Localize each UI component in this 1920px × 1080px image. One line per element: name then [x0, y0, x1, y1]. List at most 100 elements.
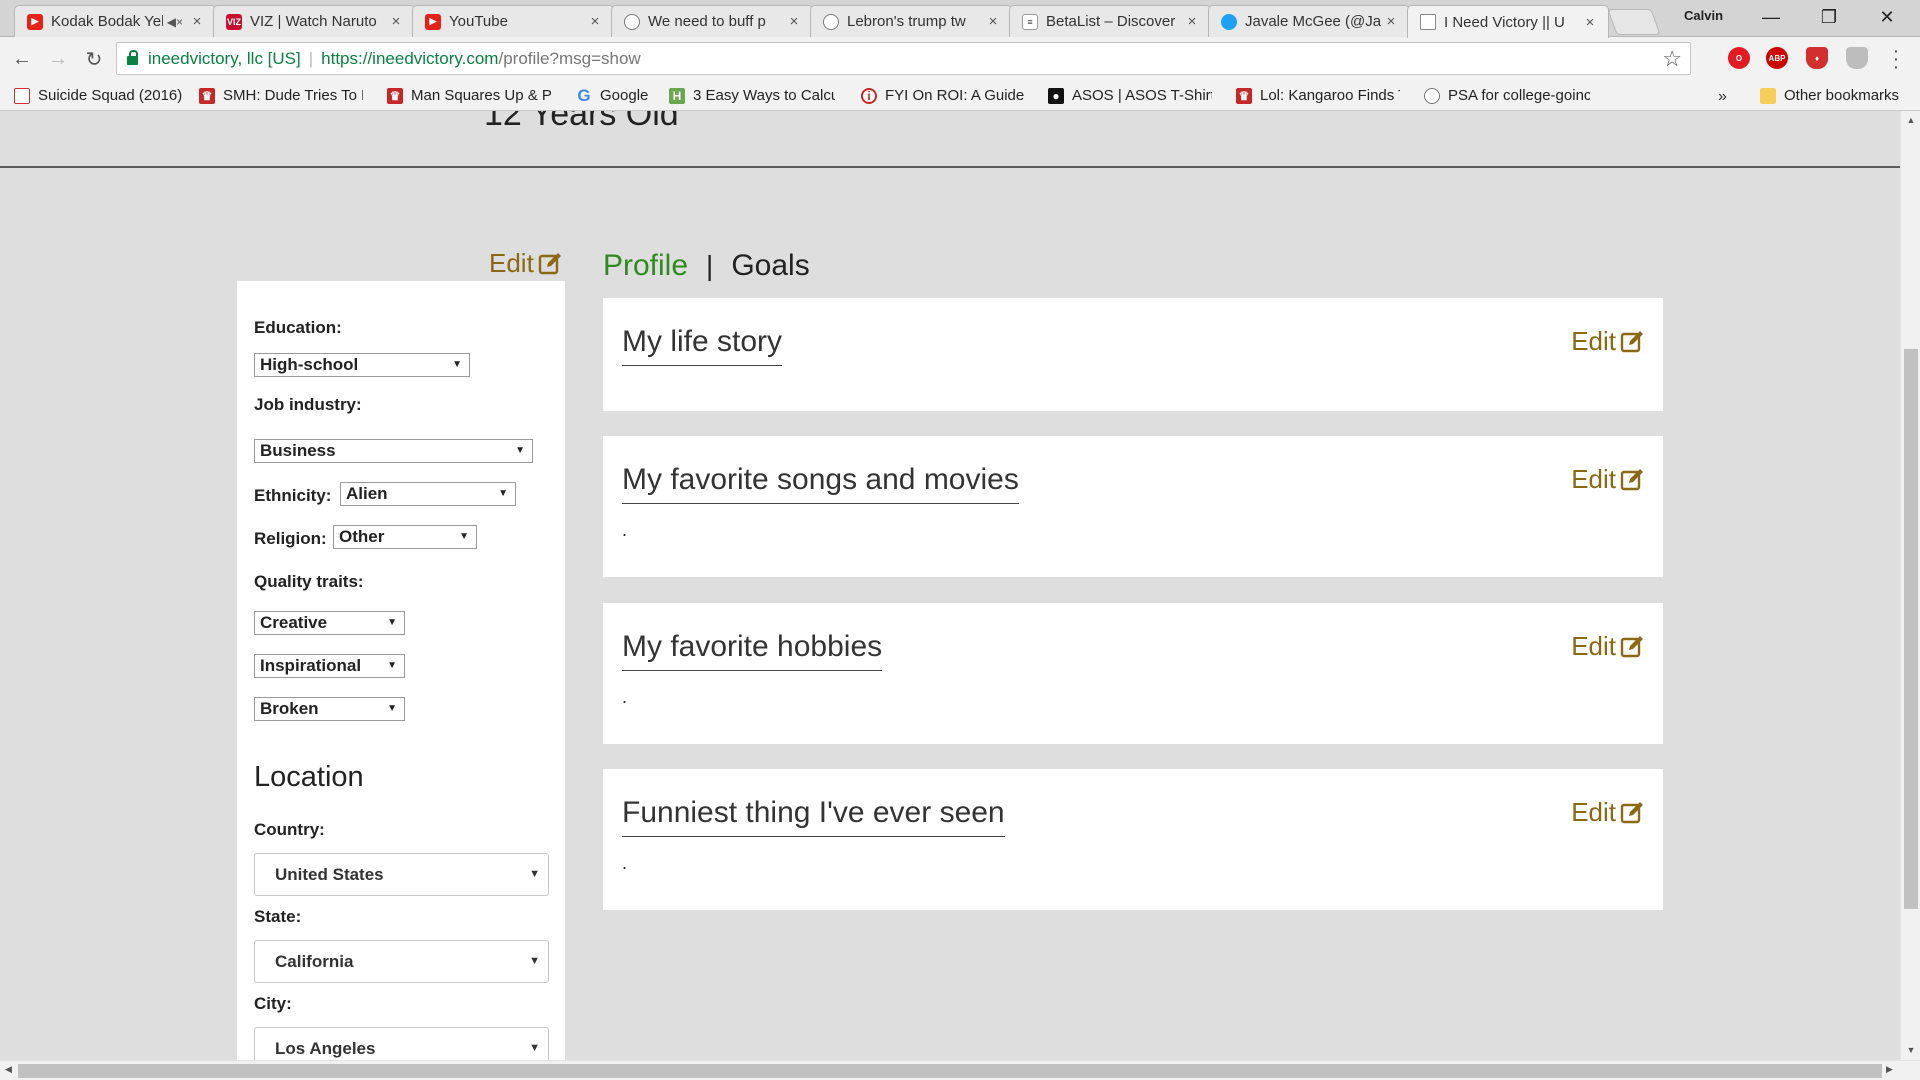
- close-icon[interactable]: ×: [388, 13, 404, 30]
- chevron-down-icon: ▼: [529, 955, 540, 967]
- tab-profile[interactable]: Profile: [603, 249, 688, 283]
- close-icon[interactable]: ×: [1582, 14, 1598, 31]
- scroll-right-icon[interactable]: ▶: [1886, 1064, 1893, 1075]
- tab-goals[interactable]: Goals: [731, 249, 809, 283]
- lock-icon: [127, 50, 138, 65]
- job-industry-select[interactable]: Business ▼: [254, 439, 533, 463]
- edit-label: Edit: [1571, 326, 1616, 356]
- education-select[interactable]: High-school ▼: [254, 353, 470, 377]
- browser-tab[interactable]: We need to buff p ×: [611, 5, 813, 37]
- scroll-left-icon[interactable]: ◀: [5, 1064, 12, 1075]
- bookmark-item[interactable]: ♛ Lol: Kangaroo Finds T: [1236, 87, 1400, 104]
- minimize-icon[interactable]: —: [1742, 0, 1800, 34]
- close-icon[interactable]: ×: [189, 13, 205, 30]
- trait-value: Inspirational: [260, 656, 362, 675]
- trait-select[interactable]: Broken ▼: [254, 697, 405, 721]
- card-body: .: [622, 520, 628, 540]
- bookmark-item[interactable]: ● ASOS | ASOS T-Shirt: [1048, 87, 1212, 104]
- ethnicity-label: Ethnicity:: [254, 486, 332, 505]
- card-edit-link[interactable]: Edit: [1571, 326, 1644, 357]
- tab-title: BetaList – Discover: [1046, 13, 1176, 30]
- tab-title: YouTube: [449, 13, 508, 30]
- browser-tab[interactable]: Lebron's trump tw ×: [810, 5, 1012, 37]
- edit-label: Edit: [1571, 631, 1616, 661]
- bookmark-item[interactable]: ♛ SMH: Dude Tries To M: [199, 87, 363, 104]
- tab-strip: ▶ Kodak Bodak Yellow ◀× × VIZ VIZ | Watc…: [0, 0, 1920, 38]
- trait-select[interactable]: Creative ▼: [254, 611, 405, 635]
- scroll-up-icon[interactable]: ▲: [1901, 115, 1920, 125]
- close-window-icon[interactable]: ✕: [1858, 0, 1916, 34]
- vertical-scrollbar[interactable]: ▲ ▼: [1900, 111, 1920, 1060]
- bookmark-item[interactable]: i FYI On ROI: A Guide T: [861, 87, 1025, 104]
- forward-icon[interactable]: →: [44, 45, 72, 73]
- bookmark-label: PSA for college-goinc: [1448, 87, 1590, 104]
- tab-separator: |: [706, 250, 714, 281]
- speaker-muted-icon[interactable]: ◀×: [167, 15, 183, 29]
- fyi-icon: i: [861, 87, 877, 104]
- menu-kebab-icon[interactable]: · · ·: [1892, 41, 1900, 77]
- trait-value: Creative: [260, 613, 328, 632]
- browser-tab[interactable]: Javale McGee (@Ja ×: [1208, 5, 1410, 37]
- card-title: My favorite songs and movies: [622, 463, 1019, 504]
- horizontal-scroll-thumb[interactable]: [18, 1064, 1882, 1078]
- profile-name[interactable]: Calvin: [1684, 8, 1723, 23]
- card-edit-link[interactable]: Edit: [1571, 797, 1644, 828]
- trophy-icon: ♛: [1236, 87, 1252, 104]
- religion-value: Other: [339, 527, 385, 546]
- bookmark-label: SMH: Dude Tries To M: [223, 87, 363, 104]
- other-bookmarks[interactable]: Other bookmarks: [1760, 87, 1899, 104]
- address-bar[interactable]: ineedvictory, llc [US] | https://ineedvi…: [116, 42, 1691, 75]
- browser-tab[interactable]: ▶ Kodak Bodak Yellow ◀× ×: [14, 5, 216, 37]
- bookmark-item[interactable]: PSA for college-goinc: [1424, 87, 1590, 104]
- bookmark-item[interactable]: ♛ Man Squares Up & Pi: [387, 87, 551, 104]
- twitter-icon: [1221, 13, 1237, 30]
- url-separator: |: [308, 48, 314, 68]
- bookmarks-overflow-icon[interactable]: »: [1718, 88, 1727, 106]
- card-edit-link[interactable]: Edit: [1571, 631, 1644, 662]
- new-tab-button[interactable]: [1607, 9, 1661, 35]
- chevron-down-icon: ▼: [529, 1042, 540, 1054]
- browser-tab[interactable]: ▶ YouTube ×: [412, 5, 614, 37]
- browser-tab[interactable]: ≡ BetaList – Discover ×: [1009, 5, 1211, 37]
- scroll-down-icon[interactable]: ▼: [1901, 1045, 1920, 1055]
- close-icon[interactable]: ×: [985, 13, 1001, 30]
- close-icon[interactable]: ×: [1184, 13, 1200, 30]
- adblock-plus-icon[interactable]: ABP: [1766, 47, 1788, 69]
- job-industry-value: Business: [260, 441, 336, 460]
- country-label: Country:: [254, 820, 325, 839]
- ethnicity-select[interactable]: Alien ▼: [340, 482, 516, 506]
- edit-icon: [1620, 635, 1643, 657]
- opera-icon[interactable]: O: [1728, 47, 1750, 69]
- trait-select[interactable]: Inspirational ▼: [254, 654, 405, 678]
- betalist-icon: ≡: [1022, 13, 1038, 30]
- bookmark-label: Suicide Squad (2016): [38, 87, 183, 104]
- restore-icon[interactable]: ❐: [1800, 0, 1858, 34]
- back-icon[interactable]: ←: [8, 45, 36, 73]
- city-select[interactable]: Los Angeles ▼: [254, 1027, 549, 1060]
- profile-card: My favorite songs and movies Edit .: [603, 436, 1663, 577]
- vertical-scroll-thumb[interactable]: [1904, 349, 1918, 909]
- tab-title: I Need Victory || U: [1444, 13, 1565, 31]
- profile-card: My life story Edit: [603, 298, 1663, 411]
- horizontal-scrollbar[interactable]: ◀ ▶: [0, 1060, 1920, 1080]
- chevron-down-icon: ▼: [387, 660, 397, 671]
- close-icon[interactable]: ×: [587, 13, 603, 30]
- state-select[interactable]: California ▼: [254, 940, 549, 983]
- close-icon[interactable]: ×: [1383, 13, 1399, 30]
- reload-icon[interactable]: ↻: [80, 45, 108, 73]
- sidebar-edit-link[interactable]: Edit: [489, 248, 562, 279]
- bookmark-item[interactable]: H 3 Easy Ways to Calcul: [669, 87, 835, 104]
- shield-extension-icon[interactable]: ♦: [1806, 47, 1828, 69]
- card-edit-link[interactable]: Edit: [1571, 464, 1644, 495]
- shield-gray-icon[interactable]: [1846, 47, 1868, 69]
- profile-card: My favorite hobbies Edit .: [603, 603, 1663, 744]
- browser-tab[interactable]: VIZ VIZ | Watch Naruto ×: [213, 5, 415, 37]
- browser-tab-active[interactable]: I Need Victory || U ×: [1407, 5, 1609, 38]
- country-select[interactable]: United States ▼: [254, 853, 549, 896]
- bookmark-item[interactable]: Suicide Squad (2016): [14, 87, 182, 104]
- bookmark-star-icon[interactable]: ☆: [1662, 46, 1682, 72]
- close-icon[interactable]: ×: [786, 13, 802, 30]
- bookmark-item[interactable]: G Google: [576, 86, 648, 105]
- bookmarks-bar: Suicide Squad (2016) ♛ SMH: Dude Tries T…: [0, 81, 1920, 111]
- religion-select[interactable]: Other ▼: [333, 525, 477, 549]
